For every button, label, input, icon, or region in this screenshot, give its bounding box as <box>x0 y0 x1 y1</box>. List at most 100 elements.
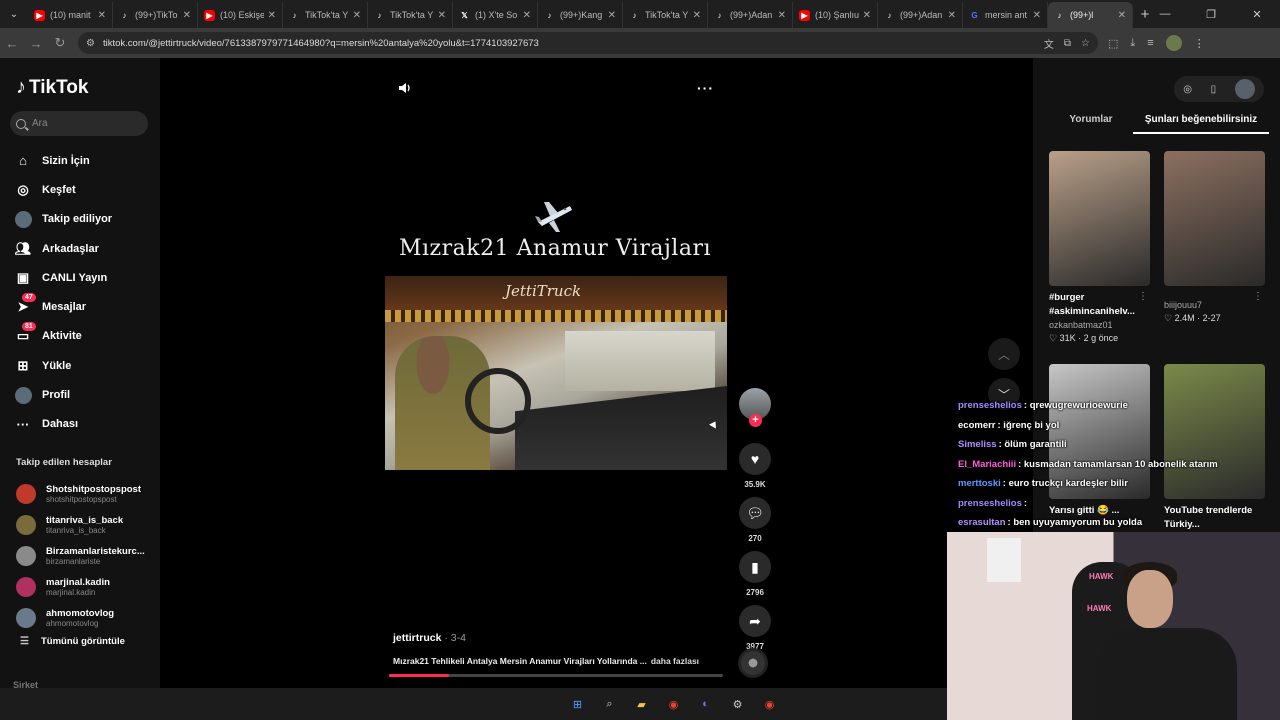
suggested-video-card[interactable]: ⋮ #burger #askimincanihelv... ozkanbatma… <box>1049 151 1150 344</box>
windows-start-icon[interactable]: ⊞ <box>568 694 588 714</box>
tab-close-icon[interactable]: ✕ <box>183 10 191 21</box>
sidebar-item-canli-yayın[interactable]: ▣ CANLI Yayın <box>14 263 112 292</box>
download-icon[interactable]: ⤓ <box>1130 37 1135 50</box>
card-author[interactable]: ozkanbatmaz01 <box>1049 320 1150 330</box>
tab-close-icon[interactable]: ✕ <box>693 10 701 21</box>
tab-close-icon[interactable]: ✕ <box>608 10 616 21</box>
bookmark-icon[interactable]: ▮ <box>739 551 771 583</box>
tab-close-icon[interactable]: ✕ <box>1118 10 1126 21</box>
minimize-button[interactable]: — <box>1142 0 1188 28</box>
sidebar-item-dahası[interactable]: ··· Dahası <box>14 410 112 439</box>
omnibox[interactable]: ⚙ tiktok.com/@jettirtruck/video/76133879… <box>78 32 1098 54</box>
tab-close-icon[interactable]: ✕ <box>98 10 106 21</box>
tab-close-icon[interactable]: ✕ <box>778 10 786 21</box>
site-info-icon[interactable]: ⚙ <box>86 38 95 49</box>
sidebar-item-yükle[interactable]: ⊞ Yükle <box>14 351 112 380</box>
translate-icon[interactable]: 文 <box>1044 36 1054 51</box>
following-account[interactable]: titanriva_is_back titanriva_is_back <box>16 509 145 540</box>
heart-icon[interactable]: ♥ <box>739 443 771 475</box>
browser-tab[interactable]: ♪ (99+)l ✕ <box>1048 2 1133 28</box>
bookmark-star-icon[interactable]: ☆ <box>1081 38 1090 49</box>
card-more-icon[interactable]: ⋮ <box>1253 291 1263 302</box>
tab-suggested[interactable]: Şunları beğenebilirsiniz <box>1133 114 1269 134</box>
music-disc-icon[interactable] <box>738 648 768 678</box>
compass-small-icon[interactable]: ◎ <box>1183 84 1192 95</box>
card-author[interactable]: biiijouuu7 <box>1164 300 1265 310</box>
user-avatar[interactable] <box>1234 79 1255 99</box>
video-progress-bar[interactable] <box>389 674 723 677</box>
tab-close-icon[interactable]: ✕ <box>1033 10 1041 21</box>
tab-close-icon[interactable]: ✕ <box>268 10 276 21</box>
sidebar-item-profil[interactable]: Profil <box>14 380 112 409</box>
creator-avatar[interactable]: + <box>739 388 771 427</box>
browser-menu-icon[interactable]: ⋮ <box>1194 37 1205 50</box>
browser-tab[interactable]: 𝕏 (1) X'te So ✕ <box>453 2 538 28</box>
settings-gear-icon[interactable]: ⚙ <box>728 694 748 714</box>
browser-tab[interactable]: ♪ (99+)TikTo ✕ <box>113 2 198 28</box>
discord-icon[interactable]: ◐ <box>696 694 716 714</box>
tab-close-icon[interactable]: ✕ <box>863 10 871 21</box>
tab-close-icon[interactable]: ✕ <box>523 10 531 21</box>
volume-icon[interactable] <box>398 81 412 95</box>
extensions-icon[interactable]: ⬚ <box>1108 37 1118 50</box>
sidebar-item-aktivite[interactable]: ▭ 81 Aktivite <box>14 322 112 351</box>
suggested-video-card[interactable]: ⋮ biiijouuu7 ♡ 2.4M · 2-27 <box>1164 151 1265 324</box>
browser-tab[interactable]: ♪ TikTok'ta Y ✕ <box>368 2 453 28</box>
video-player[interactable]: JettiTruck <box>385 276 727 470</box>
like-action: ♥ 35.9K <box>734 443 776 489</box>
search-input[interactable]: Ara <box>10 111 148 136</box>
tab-close-icon[interactable]: ✕ <box>353 10 361 21</box>
tiktok-favicon-icon: ♪ <box>547 10 552 20</box>
comment-icon[interactable]: 💬︎ <box>739 497 771 529</box>
browser-tab[interactable]: ▶ (10) Şanlıu ✕ <box>793 2 878 28</box>
browser-tab[interactable]: ♪ TikTok'ta Y ✕ <box>623 2 708 28</box>
sidebar-item-takip-ediliyor[interactable]: Takip ediliyor <box>14 205 112 234</box>
following-account[interactable]: Birzamanlaristekurc... birzamanlariste <box>16 540 145 571</box>
close-window-button[interactable]: ✕ <box>1234 0 1280 28</box>
video-thumbnail[interactable] <box>1049 151 1150 286</box>
browser-tab[interactable]: ▶ (10) Eskişe ✕ <box>198 2 283 28</box>
sidebar-item-sizin-i̇çin[interactable]: ⌂ Sizin İçin <box>14 146 112 175</box>
follow-plus-button[interactable]: + <box>749 414 762 427</box>
previous-video-button[interactable]: ︿ <box>988 338 1020 370</box>
install-app-icon[interactable]: ⧉ <box>1064 38 1071 49</box>
tab-comments[interactable]: Yorumlar <box>1049 114 1133 134</box>
browser-tab[interactable]: ▶ (10) manit ✕ <box>28 2 113 28</box>
tab-search-button[interactable]: ⌄ <box>0 0 28 28</box>
more-options-icon[interactable]: ··· <box>697 80 714 96</box>
chrome-icon[interactable]: ◉ <box>664 694 684 714</box>
maximize-button[interactable]: ❐ <box>1188 0 1234 28</box>
chrome-active-icon[interactable]: ◉ <box>760 694 780 714</box>
browser-tab[interactable]: ♪ (99+)Adan ✕ <box>878 2 963 28</box>
tab-close-icon[interactable]: ✕ <box>438 10 446 21</box>
back-button[interactable]: ← <box>0 36 24 51</box>
following-account[interactable]: ahmomotovlog ahmomotovlog <box>16 602 145 633</box>
following-account[interactable]: marjinal.kadin marjinal.kadin <box>16 571 145 602</box>
video-thumbnail[interactable] <box>1164 151 1265 286</box>
taskbar-search-icon[interactable]: ⌕ <box>600 694 620 714</box>
following-account[interactable]: Shotshitpostopspost shotshitpostopspost <box>16 478 145 509</box>
card-more-icon[interactable]: ⋮ <box>1138 291 1148 302</box>
caption-more-link[interactable]: daha fazlası <box>651 656 699 666</box>
tab-close-icon[interactable]: ✕ <box>948 10 956 21</box>
phone-icon[interactable]: ▯ <box>1211 84 1217 95</box>
browser-tab[interactable]: ♪ TikTok'ta Y ✕ <box>283 2 368 28</box>
card-title[interactable]: #burger #askimincanihelv... <box>1049 291 1150 319</box>
author-name[interactable]: jettirtruck <box>393 632 441 644</box>
sidebar-item-mesajlar[interactable]: ➤ 47 Mesajlar <box>14 292 112 321</box>
sidebar-item-keşfet[interactable]: ◎ Keşfet <box>14 175 112 204</box>
browser-tab[interactable]: ♪ (99+)Kang ✕ <box>538 2 623 28</box>
sidebar-item-arkadaşlar[interactable]: 👥︎ Arkadaşlar <box>14 234 112 263</box>
tiktok-logo[interactable]: ♪ TikTok <box>16 76 88 99</box>
media-controls-icon[interactable]: ≡ <box>1147 37 1153 49</box>
file-explorer-icon[interactable]: ▰ <box>632 694 652 714</box>
browser-tab[interactable]: ♪ (99+)Adan ✕ <box>708 2 793 28</box>
activity-icon: ▭ 81 <box>14 322 36 345</box>
reload-button[interactable]: ↻ <box>48 35 72 51</box>
browser-tab[interactable]: Gmersin ant ✕ <box>963 2 1048 28</box>
share-icon[interactable]: ➦ <box>739 605 771 637</box>
browser-profile-avatar[interactable] <box>1165 35 1182 51</box>
see-all-button[interactable]: ☰ Tümünü görüntüle <box>20 636 125 647</box>
forward-button[interactable]: → <box>24 36 48 51</box>
url-text[interactable]: tiktok.com/@jettirtruck/video/7613387979… <box>103 38 1034 49</box>
